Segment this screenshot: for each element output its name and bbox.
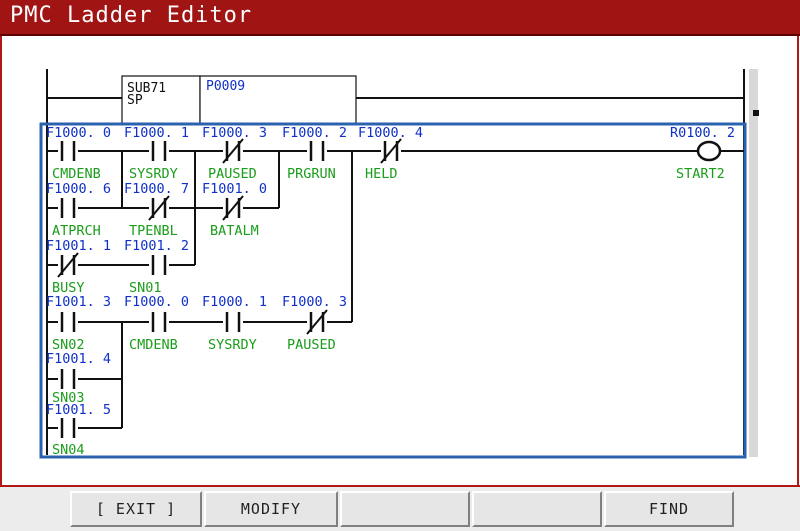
sym-r2-1: ATPRCH <box>52 223 101 239</box>
output-coil[interactable] <box>696 140 722 162</box>
contact-row5-1[interactable] <box>58 369 78 389</box>
sym-r4-1: SN02 <box>52 337 85 353</box>
contact-row2-3[interactable] <box>222 195 244 221</box>
addr-r1-4: F1000. 2 <box>282 125 347 141</box>
softkey-exit[interactable]: [ EXIT ] <box>70 491 202 527</box>
softkey-exit-label: [ EXIT ] <box>95 500 177 518</box>
contact-row2-1[interactable] <box>58 198 78 218</box>
contact-row4-3[interactable] <box>223 312 243 332</box>
addr-coil: R0100. 2 <box>670 125 735 141</box>
contact-row1-3[interactable] <box>222 138 244 164</box>
addr-r1-2: F1000. 1 <box>124 125 189 141</box>
sub-block-name-box[interactable] <box>121 75 201 125</box>
sym-r4-3: SYSRDY <box>208 337 257 353</box>
contact-row1-4[interactable] <box>307 141 327 161</box>
softkey-modify-label: MODIFY <box>240 500 302 518</box>
title-bar: PMC Ladder Editor <box>0 0 800 36</box>
softkey-find[interactable]: FIND <box>604 491 734 527</box>
sym-r4-4: PAUSED <box>287 337 336 353</box>
addr-r4-1: F1001. 3 <box>46 294 111 310</box>
sym-r3-1: BUSY <box>52 280 85 296</box>
addr-r1-5: F1000. 4 <box>358 125 423 141</box>
sym-r4-2: CMDENB <box>129 337 178 353</box>
frame-left-border <box>0 36 2 486</box>
sym-r1-1: CMDENB <box>52 166 101 182</box>
window-title: PMC Ladder Editor <box>10 3 253 28</box>
contact-row4-1[interactable] <box>58 312 78 332</box>
sym-r2-3: BATALM <box>210 223 259 239</box>
contact-row4-4[interactable] <box>306 309 328 335</box>
sym-r1-4: PRGRUN <box>287 166 336 182</box>
contact-row1-1[interactable] <box>58 141 78 161</box>
selected-rung-frame[interactable] <box>39 122 747 459</box>
addr-r2-1: F1000. 6 <box>46 181 111 197</box>
addr-r1-1: F1000. 0 <box>46 125 111 141</box>
sub-block-param-box[interactable] <box>199 75 357 125</box>
vertical-scrollbar[interactable] <box>749 69 758 457</box>
addr-r4-3: F1000. 1 <box>202 294 267 310</box>
sym-r5-1: SN03 <box>52 390 85 406</box>
addr-r4-2: F1000. 0 <box>124 294 189 310</box>
sym-r3-2: SN01 <box>129 280 162 296</box>
contact-row4-2[interactable] <box>149 312 169 332</box>
softkey-blank-4[interactable] <box>472 491 602 527</box>
sym-r1-5: HELD <box>365 166 398 182</box>
addr-r2-3: F1001. 0 <box>202 181 267 197</box>
contact-row3-1[interactable] <box>57 252 79 278</box>
sym-r1-2: SYSRDY <box>129 166 178 182</box>
addr-r5-1: F1001. 4 <box>46 351 111 367</box>
contact-row1-5[interactable] <box>380 138 402 164</box>
contact-row2-2[interactable] <box>148 195 170 221</box>
addr-r4-4: F1000. 3 <box>282 294 347 310</box>
softkey-bar: [ EXIT ] MODIFY FIND <box>0 487 800 531</box>
addr-r2-2: F1000. 7 <box>124 181 189 197</box>
contact-row3-2[interactable] <box>149 255 169 275</box>
sym-r2-2: TPENBL <box>129 223 178 239</box>
addr-r3-2: F1001. 2 <box>124 238 189 254</box>
ladder-diagram: SUB71 SP P0009 F1000. 0 F1000. 1 F1000. … <box>39 69 759 459</box>
softkey-blank-3[interactable] <box>340 491 470 527</box>
frame-right-border <box>797 36 799 486</box>
addr-r3-1: F1001. 1 <box>46 238 111 254</box>
scrollbar-thumb[interactable] <box>753 110 759 116</box>
softkey-find-label: FIND <box>648 500 690 518</box>
softkey-modify[interactable]: MODIFY <box>204 491 338 527</box>
addr-r1-3: F1000. 3 <box>202 125 267 141</box>
contact-row6-1[interactable] <box>58 418 78 438</box>
addr-r6-1: F1001. 5 <box>46 402 111 418</box>
contact-row1-2[interactable] <box>149 141 169 161</box>
sym-r1-3: PAUSED <box>208 166 257 182</box>
sym-coil: START2 <box>676 166 725 182</box>
